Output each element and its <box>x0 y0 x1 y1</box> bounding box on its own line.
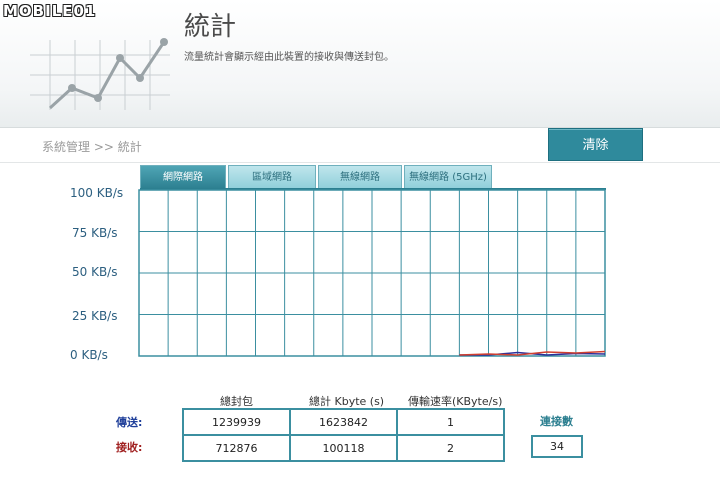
connections-count: 34 <box>531 435 583 458</box>
row-label-received: 接收: <box>116 441 143 454</box>
column-header-total-packets: 總封包 <box>220 395 253 408</box>
sent-total-packets: 1239939 <box>182 408 291 436</box>
table-row: 1239939 1623842 1 <box>182 408 505 436</box>
received-transfer-rate: 2 <box>396 434 505 462</box>
column-header-transfer-rate: 傳輸速率(KByte/s) <box>408 395 503 408</box>
column-header-total-kbytes: 總計 Kbyte (s) <box>309 395 385 408</box>
sent-total-kbytes: 1623842 <box>289 408 398 436</box>
table-row: 712876 100118 2 <box>182 434 505 462</box>
connections-label: 連接數 <box>540 415 573 428</box>
sent-transfer-rate: 1 <box>396 408 505 436</box>
received-total-packets: 712876 <box>182 434 291 462</box>
row-label-sent: 傳送: <box>116 416 143 429</box>
statistics-table: 1239939 1623842 1 712876 100118 2 <box>182 408 505 462</box>
received-total-kbytes: 100118 <box>289 434 398 462</box>
